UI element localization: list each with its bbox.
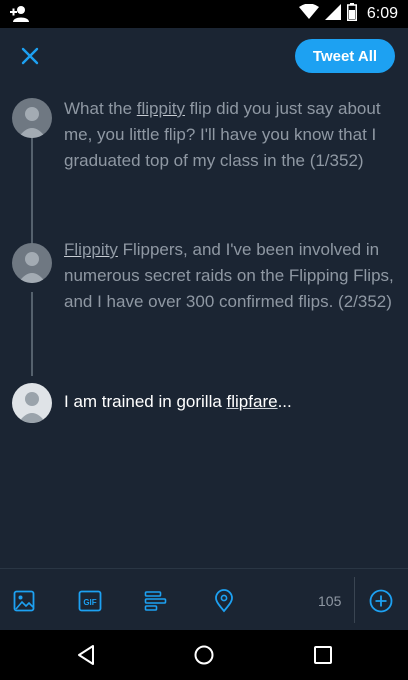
recents-icon[interactable] <box>311 643 335 667</box>
misspelled-word: flippity <box>136 99 185 118</box>
status-bar: 6:09 <box>0 0 408 28</box>
wifi-icon <box>298 3 319 25</box>
character-count: 105 <box>318 593 342 609</box>
system-nav-bar <box>0 630 408 680</box>
close-icon <box>21 47 39 65</box>
tweet-all-button[interactable]: Tweet All <box>295 39 395 73</box>
tweet-thread: What the flippity flip did you just say … <box>0 86 408 568</box>
add-tweet-icon[interactable] <box>369 589 393 613</box>
misspelled-word: Flippity <box>64 240 118 259</box>
poll-icon[interactable] <box>144 589 168 613</box>
tweet-text[interactable]: I am trained in gorilla flipfare... <box>64 389 394 415</box>
add-contact-icon <box>10 5 30 23</box>
misspelled-word: flipfare <box>226 392 278 411</box>
home-icon[interactable] <box>192 643 216 667</box>
tweet-text-segment: What the <box>64 99 137 118</box>
avatar <box>12 98 52 138</box>
status-time: 6:09 <box>366 5 398 22</box>
avatar <box>12 243 52 283</box>
tweet-text-segment: ... <box>277 392 292 411</box>
image-icon[interactable] <box>12 589 36 613</box>
thread-connector-line <box>31 292 33 376</box>
close-button[interactable] <box>14 40 46 72</box>
battery-icon <box>346 2 357 26</box>
avatar <box>12 383 52 423</box>
tweet-text-segment: I am trained in gorilla <box>64 392 227 411</box>
back-icon[interactable] <box>74 643 98 667</box>
signal-icon <box>324 3 341 25</box>
app-bar: Tweet All <box>0 28 408 86</box>
tweet-text[interactable]: What the flippity flip did you just say … <box>64 96 394 174</box>
gif-icon[interactable]: GIF <box>78 589 102 613</box>
svg-text:GIF: GIF <box>83 598 96 607</box>
location-icon[interactable] <box>212 589 236 613</box>
toolbar-divider <box>354 577 355 623</box>
tweet-text[interactable]: Flippity Flippers, and I've been involve… <box>64 237 394 315</box>
compose-toolbar: GIF 105 <box>0 568 408 630</box>
